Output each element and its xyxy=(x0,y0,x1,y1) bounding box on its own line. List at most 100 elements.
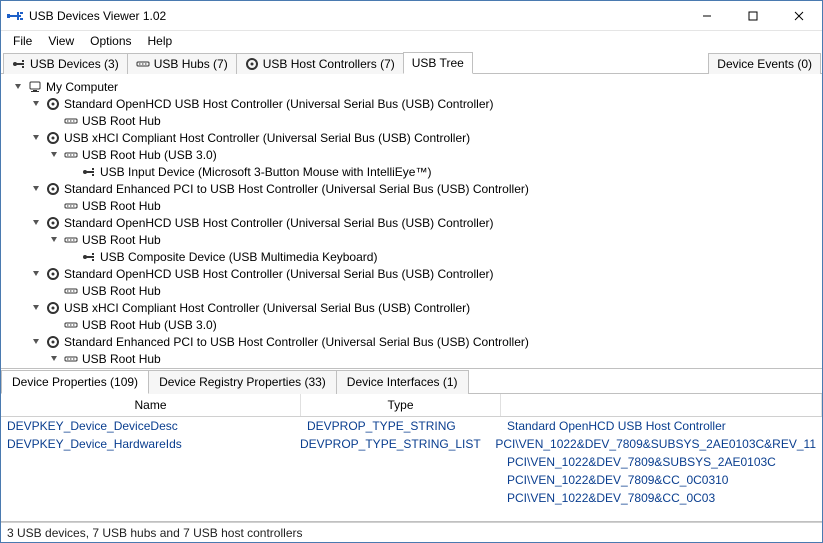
tree-row[interactable]: USB xHCI Compliant Host Controller (Univ… xyxy=(9,299,822,316)
menu-file[interactable]: File xyxy=(5,32,40,50)
column-header-name[interactable]: Name xyxy=(1,394,301,416)
hub-icon xyxy=(64,318,78,332)
tree-label: USB Root Hub xyxy=(82,352,161,366)
tab-device-interfaces[interactable]: Device Interfaces (1) xyxy=(336,370,469,394)
tree-row[interactable]: USB Input Device (Microsoft 3-Button Mou… xyxy=(9,163,822,180)
tab-usb-hubs[interactable]: USB Hubs (7) xyxy=(127,53,237,74)
property-value: PCI\VEN_1022&DEV_7809&SUBSYS_2AE0103C xyxy=(507,455,816,469)
tab-label: USB Hubs (7) xyxy=(154,57,228,71)
menu-view[interactable]: View xyxy=(40,32,82,50)
tree-row[interactable]: Standard OpenHCD USB Host Controller (Un… xyxy=(9,95,822,112)
tab-usb-controllers[interactable]: USB Host Controllers (7) xyxy=(236,53,404,74)
property-name: DEVPKEY_Device_HardwareIds xyxy=(7,437,300,451)
tree-row[interactable]: Standard Enhanced PCI to USB Host Contro… xyxy=(9,180,822,197)
tab-device-properties[interactable]: Device Properties (109) xyxy=(1,370,149,394)
tree-toggle-icon[interactable] xyxy=(49,234,60,245)
hub-icon xyxy=(64,233,78,247)
tree-row[interactable]: USB Root Hub xyxy=(9,350,822,367)
top-tabstrip: USB Devices (3) USB Hubs (7) USB Host Co… xyxy=(1,51,822,74)
tree-label: USB Composite Device (USB Multimedia Key… xyxy=(100,250,377,264)
tree-row[interactable]: USB Root Hub xyxy=(9,197,822,214)
menubar: File View Options Help xyxy=(1,31,822,51)
property-row[interactable]: DEVPKEY_Device_DeviceDescDEVPROP_TYPE_ST… xyxy=(1,417,822,435)
tree-toggle-icon[interactable] xyxy=(31,98,42,109)
tab-label: Device Events (0) xyxy=(717,57,812,71)
tab-label: USB Host Controllers (7) xyxy=(263,57,395,71)
tree-label: Standard OpenHCD USB Host Controller (Un… xyxy=(64,267,493,281)
tree-toggle-icon[interactable] xyxy=(31,268,42,279)
property-name xyxy=(7,455,307,469)
tree-toggle-icon xyxy=(49,115,60,126)
tab-usb-tree[interactable]: USB Tree xyxy=(403,52,473,74)
gear-icon xyxy=(46,131,60,145)
tree-row[interactable]: USB Root Hub xyxy=(9,231,822,248)
gear-icon xyxy=(46,216,60,230)
tree-toggle-icon[interactable] xyxy=(31,132,42,143)
tree-toggle-icon[interactable] xyxy=(49,149,60,160)
tab-device-events[interactable]: Device Events (0) xyxy=(708,53,821,74)
tree-label: USB xHCI Compliant Host Controller (Univ… xyxy=(64,131,470,145)
tree-toggle-icon[interactable] xyxy=(31,302,42,313)
tree-label: My Computer xyxy=(46,80,118,94)
hub-icon xyxy=(64,114,78,128)
column-header-type[interactable]: Type xyxy=(301,394,501,416)
tree-row[interactable]: USB Composite Device (USB Multimedia Key… xyxy=(9,248,822,265)
property-panel: Name Type DEVPKEY_Device_DeviceDescDEVPR… xyxy=(1,394,822,522)
property-name: DEVPKEY_Device_DeviceDesc xyxy=(7,419,307,433)
minimize-button[interactable] xyxy=(684,1,730,31)
property-list[interactable]: DEVPKEY_Device_DeviceDescDEVPROP_TYPE_ST… xyxy=(1,417,822,521)
close-button[interactable] xyxy=(776,1,822,31)
property-type xyxy=(307,455,507,469)
tree-row[interactable]: Standard OpenHCD USB Host Controller (Un… xyxy=(9,265,822,282)
tree-label: Standard Enhanced PCI to USB Host Contro… xyxy=(64,335,529,349)
window-title: USB Devices Viewer 1.02 xyxy=(29,9,684,23)
statusbar: 3 USB devices, 7 USB hubs and 7 USB host… xyxy=(1,522,822,542)
property-row[interactable]: PCI\VEN_1022&DEV_7809&CC_0C03 xyxy=(1,489,822,507)
hub-icon xyxy=(64,352,78,366)
gear-icon xyxy=(46,97,60,111)
app-window: USB Devices Viewer 1.02 File View Option… xyxy=(0,0,823,543)
titlebar: USB Devices Viewer 1.02 xyxy=(1,1,822,31)
tree-toggle-icon[interactable] xyxy=(49,353,60,364)
menu-help[interactable]: Help xyxy=(140,32,181,50)
property-row[interactable]: PCI\VEN_1022&DEV_7809&SUBSYS_2AE0103C xyxy=(1,453,822,471)
bottom-tabstrip: Device Properties (109) Device Registry … xyxy=(1,369,822,394)
tree-view[interactable]: My Computer Standard OpenHCD USB Host Con… xyxy=(1,74,822,368)
property-type: DEVPROP_TYPE_STRING_LIST xyxy=(300,437,495,451)
tree-row[interactable]: USB Root Hub (USB 3.0) xyxy=(9,146,822,163)
tree-toggle-icon[interactable] xyxy=(31,336,42,347)
gear-icon xyxy=(245,57,259,71)
tree-row[interactable]: Standard OpenHCD USB Host Controller (Un… xyxy=(9,214,822,231)
gear-icon xyxy=(46,301,60,315)
tree-row[interactable]: USB xHCI Compliant Host Controller (Univ… xyxy=(9,129,822,146)
tree-row[interactable]: My Computer xyxy=(9,78,822,95)
app-icon xyxy=(7,8,23,24)
menu-options[interactable]: Options xyxy=(82,32,139,50)
tree-toggle-icon[interactable] xyxy=(31,217,42,228)
column-header-value[interactable] xyxy=(501,394,822,416)
tree-toggle-icon[interactable] xyxy=(31,183,42,194)
property-row[interactable]: PCI\VEN_1022&DEV_7809&CC_0C0310 xyxy=(1,471,822,489)
tree-label: Standard OpenHCD USB Host Controller (Un… xyxy=(64,97,493,111)
property-row[interactable]: DEVPKEY_Device_HardwareIdsDEVPROP_TYPE_S… xyxy=(1,435,822,453)
tree-toggle-icon xyxy=(67,166,78,177)
tree-label: USB xHCI Compliant Host Controller (Univ… xyxy=(64,301,470,315)
tree-label: USB Root Hub xyxy=(82,199,161,213)
tree-panel: My Computer Standard OpenHCD USB Host Con… xyxy=(1,74,822,369)
tree-row[interactable]: USB Root Hub (USB 3.0) xyxy=(9,316,822,333)
tree-toggle-icon[interactable] xyxy=(13,81,24,92)
property-type xyxy=(307,491,507,505)
tree-row[interactable]: Standard Enhanced PCI to USB Host Contro… xyxy=(9,333,822,350)
tab-registry-properties[interactable]: Device Registry Properties (33) xyxy=(148,370,337,394)
property-type: DEVPROP_TYPE_STRING xyxy=(307,419,507,433)
tree-label: USB Root Hub xyxy=(82,284,161,298)
tab-usb-devices[interactable]: USB Devices (3) xyxy=(3,53,128,74)
property-value: PCI\VEN_1022&DEV_7809&SUBSYS_2AE0103C&RE… xyxy=(495,437,816,451)
tree-row[interactable]: USB Root Hub xyxy=(9,112,822,129)
tree-row[interactable]: USB Root Hub xyxy=(9,282,822,299)
tree-label: USB Root Hub xyxy=(82,114,161,128)
tree-label: Standard OpenHCD USB Host Controller (Un… xyxy=(64,216,493,230)
property-value: Standard OpenHCD USB Host Controller xyxy=(507,419,816,433)
maximize-button[interactable] xyxy=(730,1,776,31)
tree-toggle-icon xyxy=(49,200,60,211)
